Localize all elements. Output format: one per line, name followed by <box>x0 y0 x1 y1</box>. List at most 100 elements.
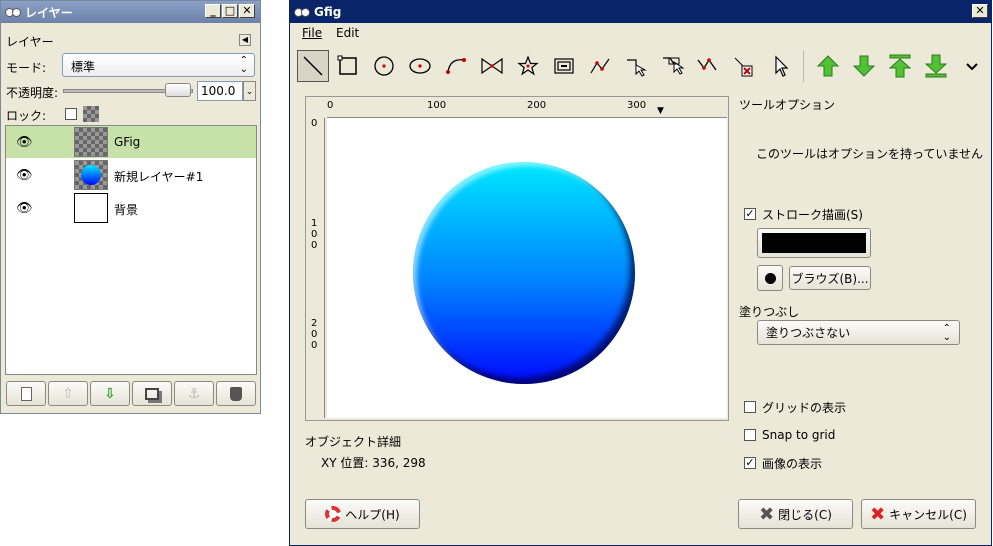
collapse-icon[interactable]: ◀ <box>239 34 251 46</box>
duplicate-icon <box>145 387 159 400</box>
layer-row-gfig[interactable]: 👁 GFig <box>6 126 256 158</box>
show-image-checkbox[interactable]: ✓ <box>744 457 756 469</box>
fill-label: 塗りつぶし <box>739 305 800 319</box>
gfig-close-button[interactable]: ✕ <box>972 4 988 18</box>
gimp-icon <box>294 6 310 18</box>
visibility-eye-icon[interactable]: 👁 <box>16 168 33 183</box>
polygon-tool-icon[interactable] <box>476 50 508 82</box>
rectangle-tool-icon[interactable] <box>332 50 364 82</box>
move-object-icon[interactable] <box>620 50 652 82</box>
layer-thumbnail <box>74 193 108 223</box>
ruler-tick: 0 <box>327 100 334 111</box>
layer-name: GFig <box>114 135 141 149</box>
snap-grid-checkbox[interactable] <box>744 429 756 441</box>
opacity-spin-button[interactable]: ⌄ <box>243 81 256 101</box>
duplicate-layer-button[interactable] <box>132 381 172 406</box>
cancel-button[interactable]: ✖ キャンセル(C) <box>861 499 976 529</box>
delete-object-icon[interactable] <box>728 50 760 82</box>
lock-label: ロック: <box>6 109 47 123</box>
stroke-label[interactable]: ストローク描画(S) <box>762 206 863 223</box>
preview-canvas[interactable] <box>327 118 727 418</box>
gfig-titlebar[interactable]: Gfig <box>290 1 991 23</box>
mode-value: 標準 <box>71 60 96 74</box>
arc-tool-icon[interactable] <box>440 50 472 82</box>
layers-title: レイヤー <box>25 5 73 20</box>
lock-alpha-icon <box>83 106 99 122</box>
tool-options-label: ツールオプション <box>739 98 836 112</box>
line-tool-icon[interactable] <box>297 50 329 82</box>
ruler-tick: 0 <box>311 118 318 129</box>
delete-layer-button[interactable] <box>216 381 256 406</box>
stroke-checkbox[interactable]: ✓ <box>744 208 756 220</box>
lock-checkbox[interactable] <box>65 108 77 120</box>
anchor-layer-button[interactable]: ⚓ <box>174 381 214 406</box>
layers-dialog: レイヤー _ □ ✕ レイヤー ◀ モード: 標準 ⌃ ⌄ 不透明度: 100.0… <box>0 0 261 414</box>
circle-tool-icon[interactable] <box>368 50 400 82</box>
ruler-tick: 100 <box>427 100 447 111</box>
raise-layer-button[interactable]: ⇧ <box>48 381 88 406</box>
ellipse-tool-icon[interactable] <box>404 50 436 82</box>
close-dialog-button[interactable]: ✖ 閉じる(C) <box>738 499 853 529</box>
close-label: 閉じる(C) <box>778 507 832 522</box>
close-x-icon: ✖ <box>759 503 775 525</box>
layer-row-background[interactable]: 👁 背景 <box>6 192 256 224</box>
object-details-label: オブジェクト詳細 <box>305 435 402 449</box>
updown-icon: ⌃ ⌄ <box>942 323 951 343</box>
show-grid-label[interactable]: グリッドの表示 <box>762 399 846 416</box>
maximize-button[interactable]: □ <box>222 4 238 18</box>
opacity-value: 100.0 <box>201 84 236 98</box>
layer-name: 背景 <box>114 203 139 217</box>
close-button[interactable]: ✕ <box>239 4 255 18</box>
layer-row-new[interactable]: 👁 新規レイヤー#1 <box>6 159 256 191</box>
raise-top-icon[interactable] <box>884 50 916 82</box>
show-image-label[interactable]: 画像の表示 <box>762 455 822 472</box>
minimize-button[interactable]: _ <box>205 4 221 18</box>
stroke-color-button[interactable] <box>757 228 871 258</box>
updown-icon: ⌃ ⌄ <box>239 55 248 75</box>
browse-label: ブラウズ(B)... <box>791 271 869 286</box>
spiral-tool-icon[interactable] <box>548 50 580 82</box>
layer-name: 新規レイヤー#1 <box>114 170 204 184</box>
raise-object-icon[interactable] <box>812 50 844 82</box>
menu-edit[interactable]: Edit <box>336 26 359 40</box>
more-icon[interactable] <box>956 50 988 82</box>
stroke-color-swatch <box>762 233 866 253</box>
lower-arrow-icon: ⇩ <box>104 385 116 402</box>
trash-icon <box>230 386 242 401</box>
select-object-icon[interactable] <box>764 50 796 82</box>
star-tool-icon[interactable] <box>512 50 544 82</box>
visibility-eye-icon[interactable]: 👁 <box>16 135 33 150</box>
gfig-title: Gfig <box>314 5 342 19</box>
mode-select[interactable]: 標準 ⌃ ⌄ <box>62 53 255 77</box>
menu-file[interactable]: File <box>302 26 322 40</box>
help-label: ヘルプ(H) <box>345 507 400 522</box>
lower-layer-button[interactable]: ⇩ <box>90 381 130 406</box>
horizontal-ruler: 0 100 200 300 ▼ <box>327 100 727 118</box>
fill-value: 塗りつぶさない <box>766 326 851 340</box>
toolbar-separator <box>803 50 804 82</box>
mode-label: モード: <box>6 61 47 75</box>
ruler-tick: 2 0 0 <box>311 318 318 351</box>
lower-bottom-icon[interactable] <box>920 50 952 82</box>
no-options-text: このツールはオプションを持っていません <box>756 147 984 161</box>
brush-dot-icon <box>764 272 776 284</box>
brush-preview[interactable] <box>757 265 783 291</box>
browse-button[interactable]: ブラウズ(B)... <box>789 266 871 290</box>
layer-thumbnail <box>74 127 108 157</box>
snap-grid-label[interactable]: Snap to grid <box>762 428 835 442</box>
vertical-ruler: 0 1 0 0 2 0 0 <box>309 118 325 418</box>
anchor-icon: ⚓ <box>187 385 201 402</box>
opacity-slider-handle[interactable] <box>165 83 191 97</box>
show-grid-checkbox[interactable] <box>744 401 756 413</box>
bezier-tool-icon[interactable] <box>584 50 616 82</box>
lower-object-icon[interactable] <box>848 50 880 82</box>
copy-object-icon[interactable] <box>692 50 724 82</box>
fill-select[interactable]: 塗りつぶさない ⌃ ⌄ <box>757 320 960 345</box>
xy-position-label: XY 位置: 336, 298 <box>321 456 426 470</box>
visibility-eye-icon[interactable]: 👁 <box>16 201 33 216</box>
ruler-marker-icon: ▼ <box>657 106 664 116</box>
help-button[interactable]: ヘルプ(H) <box>305 499 420 529</box>
move-point-icon[interactable] <box>656 50 688 82</box>
new-layer-button[interactable] <box>6 381 46 406</box>
opacity-input[interactable]: 100.0 <box>197 81 243 101</box>
